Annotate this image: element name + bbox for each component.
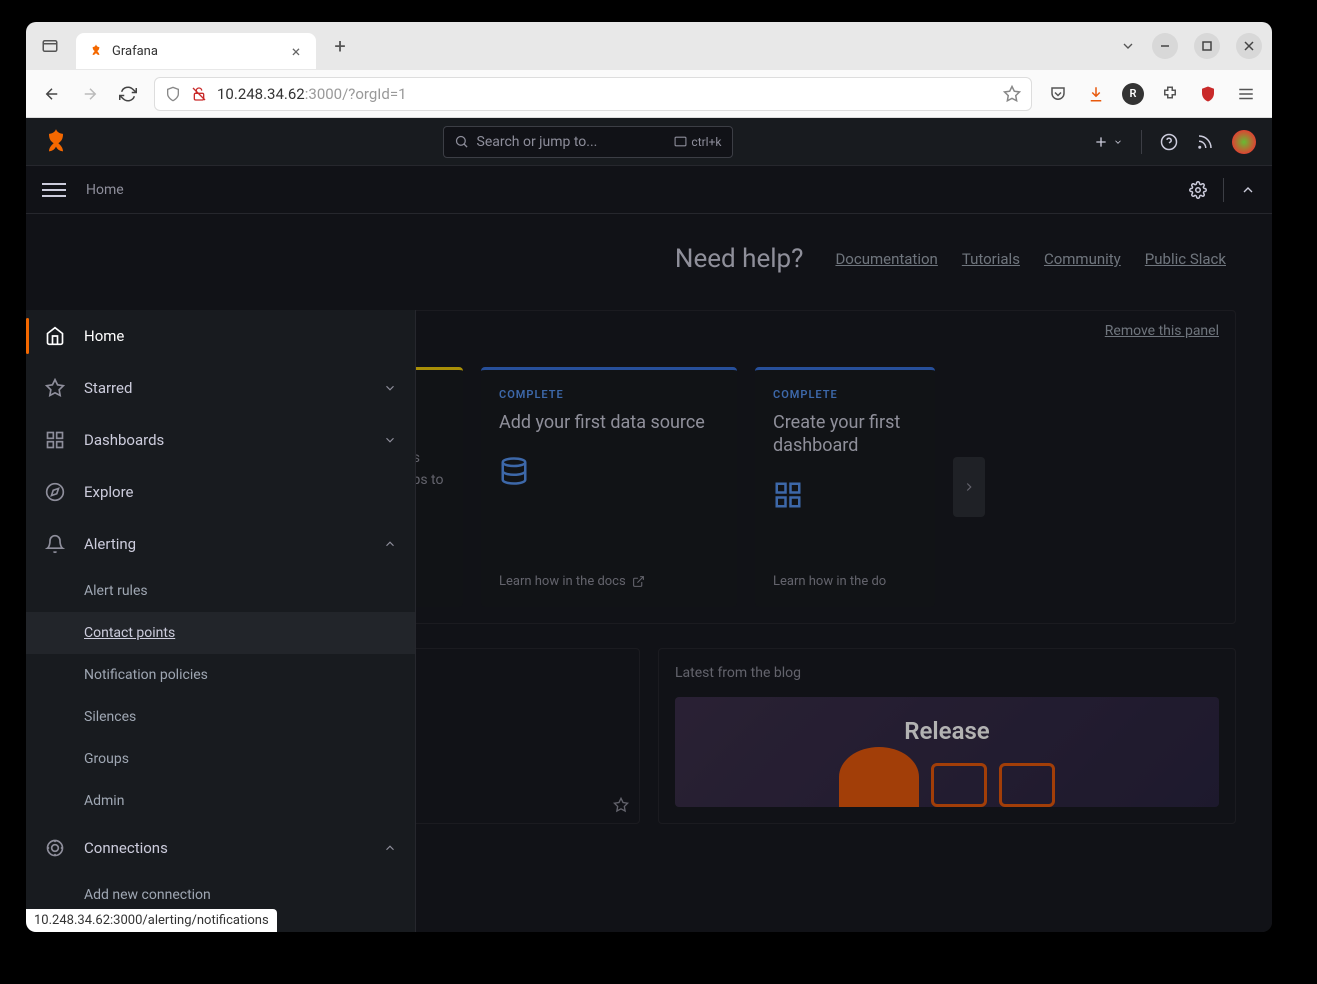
pocket-icon[interactable] [1046, 82, 1070, 106]
grid-icon [773, 480, 917, 510]
window-maximize-button[interactable] [1194, 33, 1220, 59]
nav-alerting[interactable]: Alerting [26, 518, 415, 570]
search-input[interactable]: Search or jump to... ctrl+k [443, 126, 733, 158]
settings-icon[interactable] [1189, 181, 1207, 199]
search-shortcut: ctrl+k [674, 135, 721, 149]
tab-history-icon[interactable] [36, 32, 64, 60]
nav-notification-policies[interactable]: Notification policies [26, 654, 415, 696]
collapse-icon[interactable] [1240, 182, 1256, 198]
database-icon [499, 456, 719, 486]
blog-release-text: Release [904, 717, 989, 745]
nav-alert-rules[interactable]: Alert rules [26, 570, 415, 612]
nav-explore[interactable]: Explore [26, 466, 415, 518]
insecure-icon [191, 86, 207, 102]
blog-hero[interactable]: Release [675, 697, 1219, 807]
ublock-icon[interactable] [1196, 82, 1220, 106]
card-tag: COMPLETE [499, 388, 719, 401]
add-button[interactable] [1093, 134, 1123, 150]
help-title: Need help? [675, 244, 804, 274]
chevron-up-icon [383, 841, 397, 855]
nav-dashboards[interactable]: Dashboards [26, 414, 415, 466]
breadcrumb[interactable]: Home [86, 182, 124, 198]
nav-label: Alerting [84, 535, 136, 553]
back-button[interactable] [40, 82, 64, 106]
reload-button[interactable] [116, 82, 140, 106]
blog-label: Latest from the blog [675, 665, 1219, 681]
star-icon [44, 377, 66, 399]
user-avatar[interactable] [1232, 130, 1256, 154]
card-tag: COMPLETE [773, 388, 917, 401]
nav-contact-points[interactable]: Contact points [26, 612, 415, 654]
compass-icon [44, 481, 66, 503]
remove-panel-link[interactable]: Remove this panel [1105, 323, 1219, 339]
nav-starred[interactable]: Starred [26, 362, 415, 414]
plug-icon [44, 837, 66, 859]
url-text: 10.248.34.62:3000/?orgId=1 [217, 85, 407, 103]
extension-badge-r[interactable]: R [1122, 83, 1144, 105]
tab-close-icon[interactable]: × [288, 42, 304, 61]
browser-tabbar: Grafana × + [26, 22, 1272, 70]
grafana-favicon [88, 43, 104, 59]
help-link-docs[interactable]: Documentation [835, 250, 937, 268]
nav-label: Dashboards [84, 431, 164, 449]
extensions-icon[interactable] [1158, 82, 1182, 106]
bookmark-star-icon[interactable] [1003, 85, 1021, 103]
help-icon[interactable] [1160, 133, 1178, 151]
grafana-logo-icon[interactable] [42, 128, 70, 156]
browser-tab[interactable]: Grafana × [76, 33, 316, 69]
chevron-down-icon [383, 433, 397, 447]
grafana-header: Search or jump to... ctrl+k [26, 118, 1272, 166]
home-icon [44, 325, 66, 347]
sidebar-nav: Home Starred Dashboards Explore [26, 310, 416, 932]
status-tooltip: 10.248.34.62:3000/alerting/notifications [26, 909, 277, 932]
new-tab-button[interactable]: + [324, 30, 356, 62]
help-link-community[interactable]: Community [1044, 250, 1121, 268]
help-link-slack[interactable]: Public Slack [1145, 250, 1226, 268]
grafana-subheader: Home [26, 166, 1272, 214]
chevron-down-icon [383, 381, 397, 395]
chevron-up-icon [383, 537, 397, 551]
news-icon[interactable] [1196, 133, 1214, 151]
shield-icon [165, 86, 181, 102]
nav-connections[interactable]: Connections [26, 822, 415, 874]
nav-label: Connections [84, 839, 168, 857]
tab-title: Grafana [112, 44, 280, 59]
download-icon[interactable] [1084, 82, 1108, 106]
card-title: Create your first dashboard [773, 411, 917, 458]
window-close-button[interactable] [1236, 33, 1262, 59]
datasource-card[interactable]: COMPLETE Add your first data source Lear… [481, 367, 737, 607]
nav-groups[interactable]: Groups [26, 738, 415, 780]
nav-silences[interactable]: Silences [26, 696, 415, 738]
bell-icon [44, 533, 66, 555]
card-title: Add your first data source [499, 411, 719, 434]
tabs-dropdown-icon[interactable] [1120, 38, 1136, 54]
nav-label: Home [84, 327, 124, 345]
app-menu-icon[interactable] [1234, 82, 1258, 106]
star-icon[interactable] [613, 797, 629, 813]
blog-panel: Latest from the blog Release [658, 648, 1236, 824]
external-link-icon [632, 575, 645, 588]
nav-label: Starred [84, 379, 132, 397]
help-link-tutorials[interactable]: Tutorials [962, 250, 1020, 268]
search-icon [454, 134, 469, 149]
search-placeholder: Search or jump to... [477, 134, 598, 150]
card-footer: Learn how in the do [773, 574, 917, 589]
dashboard-card[interactable]: COMPLETE Create your first dashboard Lea… [755, 367, 935, 607]
nav-home[interactable]: Home [26, 310, 415, 362]
nav-admin[interactable]: Admin [26, 780, 415, 822]
grid-icon [44, 429, 66, 451]
window-minimize-button[interactable] [1152, 33, 1178, 59]
card-footer: Learn how in the docs [499, 574, 719, 589]
browser-toolbar: 10.248.34.62:3000/?orgId=1 R [26, 70, 1272, 118]
url-bar[interactable]: 10.248.34.62:3000/?orgId=1 [154, 77, 1032, 111]
nav-label: Explore [84, 483, 134, 501]
forward-button[interactable] [78, 82, 102, 106]
menu-toggle-button[interactable] [42, 178, 66, 202]
next-card-button[interactable] [953, 457, 985, 517]
